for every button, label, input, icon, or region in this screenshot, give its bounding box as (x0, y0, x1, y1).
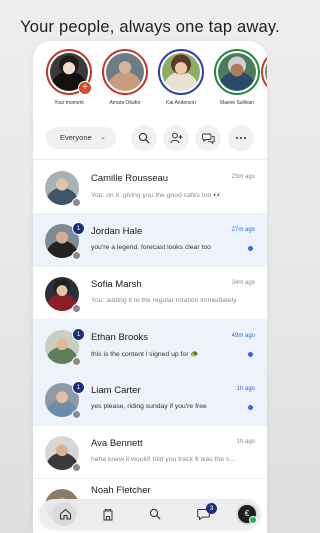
add-friend-button[interactable] (163, 125, 189, 151)
chat-row[interactable]: 1 Jordan Hale you're a legend. forecast … (33, 214, 267, 267)
story-ring (214, 49, 260, 95)
more-button[interactable] (228, 125, 254, 151)
online-dot (249, 516, 257, 524)
chat-row[interactable]: Ava Bennett haha knew it would! told you… (33, 426, 267, 479)
filter-label: Everyone (60, 133, 92, 142)
tab-profile[interactable]: € (233, 499, 261, 529)
message-preview: You: adding it to the regular rotation i… (91, 297, 237, 304)
avatar (106, 53, 144, 91)
tab-messages[interactable]: 3 (189, 499, 217, 529)
messages-count-badge: 3 (206, 503, 217, 514)
presence-dot (72, 463, 81, 472)
story-your-moment[interactable]: + Your moment (43, 49, 95, 106)
bottom-tab-bar: 3 € (39, 499, 261, 529)
new-chat-button[interactable] (195, 125, 221, 151)
contact-name: Jordan Hale (91, 226, 143, 237)
search-icon (138, 132, 150, 144)
avatar (162, 53, 200, 91)
story-label: Maeve Sullivan (220, 100, 254, 106)
story-label: Your moment (54, 100, 84, 106)
add-story-icon[interactable]: + (78, 81, 92, 95)
message-preview: yes please, riding sunday if you're free (91, 403, 207, 410)
story-ring: + (46, 49, 92, 95)
unread-dot (248, 352, 253, 357)
unread-dot (248, 246, 253, 251)
contact-name: Liam Carter (91, 385, 141, 396)
stories-row: + Your moment Amara Okafor Kai Anderson … (33, 49, 267, 119)
tower-icon (103, 508, 113, 520)
chat-list: Camille Rousseau You: on it. giving you … (33, 161, 267, 532)
contact-name: Ethan Brooks (91, 332, 149, 343)
story-label: Amara Okafor (109, 100, 141, 106)
tab-home[interactable] (51, 499, 79, 529)
timestamp: 27m ago (231, 227, 255, 233)
search-button[interactable] (131, 125, 157, 151)
message-preview: haha knew it would! told you track 6 was… (91, 456, 235, 463)
add-user-icon (170, 132, 182, 144)
unread-count-badge: 1 (72, 381, 85, 394)
chat-row[interactable]: Sofia Marsh You: adding it to the regula… (33, 267, 267, 320)
timestamp: 1h ago (236, 439, 255, 445)
home-icon (59, 508, 71, 520)
app-screen: + Your moment Amara Okafor Kai Anderson … (33, 41, 267, 533)
chat-row[interactable]: 1 Ethan Brooks this is the content i sig… (33, 320, 267, 373)
presence-dot (72, 410, 81, 419)
avatar (218, 53, 256, 91)
contact-name: Ava Bennett (91, 438, 143, 449)
timestamp: 34m ago (231, 280, 255, 286)
more-icon (236, 137, 246, 139)
message-preview: you're a legend. forecast looks clear to… (91, 244, 211, 251)
contact-name: Sofia Marsh (91, 279, 142, 290)
presence-dot (72, 304, 81, 313)
search-icon (149, 508, 161, 520)
unread-count-badge: 1 (72, 328, 85, 341)
unread-dot (248, 405, 253, 410)
message-preview: You: on it. giving you the good cafés to… (91, 192, 222, 199)
story-ring (158, 49, 204, 95)
unread-count-badge: 1 (72, 222, 85, 235)
story-ring (261, 49, 267, 95)
tab-places[interactable] (94, 499, 122, 529)
tab-search[interactable] (141, 499, 169, 529)
chat-bubbles-icon (201, 133, 215, 144)
filter-row: Everyone ⌄ (33, 125, 267, 151)
story-kai[interactable]: Kai Anderson (155, 49, 207, 106)
story-ring (102, 49, 148, 95)
headline: Your people, always one tap away. (20, 18, 280, 36)
chat-row[interactable]: Camille Rousseau You: on it. giving you … (33, 161, 267, 214)
story-partial[interactable] (261, 49, 267, 95)
chat-row[interactable]: 1 Liam Carter yes please, riding sunday … (33, 373, 267, 426)
avatar: € (238, 505, 257, 524)
profile-ring: € (236, 503, 258, 525)
timestamp: 49m ago (231, 333, 255, 339)
divider (33, 159, 267, 160)
presence-dot (72, 357, 81, 366)
audience-filter-dropdown[interactable]: Everyone ⌄ (46, 127, 116, 149)
avatar (265, 53, 267, 91)
contact-name: Noah Fletcher (91, 485, 151, 496)
timestamp: 23m ago (231, 174, 255, 180)
story-maeve[interactable]: Maeve Sullivan (211, 49, 263, 106)
chevron-down-icon: ⌄ (100, 134, 106, 141)
presence-dot (72, 251, 81, 260)
story-amara[interactable]: Amara Okafor (99, 49, 151, 106)
presence-dot (72, 198, 81, 207)
contact-name: Camille Rousseau (91, 173, 169, 184)
story-label: Kai Anderson (166, 100, 196, 106)
message-preview: this is the content i signed up for 🐢 (91, 351, 199, 358)
timestamp: 1h ago (236, 386, 255, 392)
